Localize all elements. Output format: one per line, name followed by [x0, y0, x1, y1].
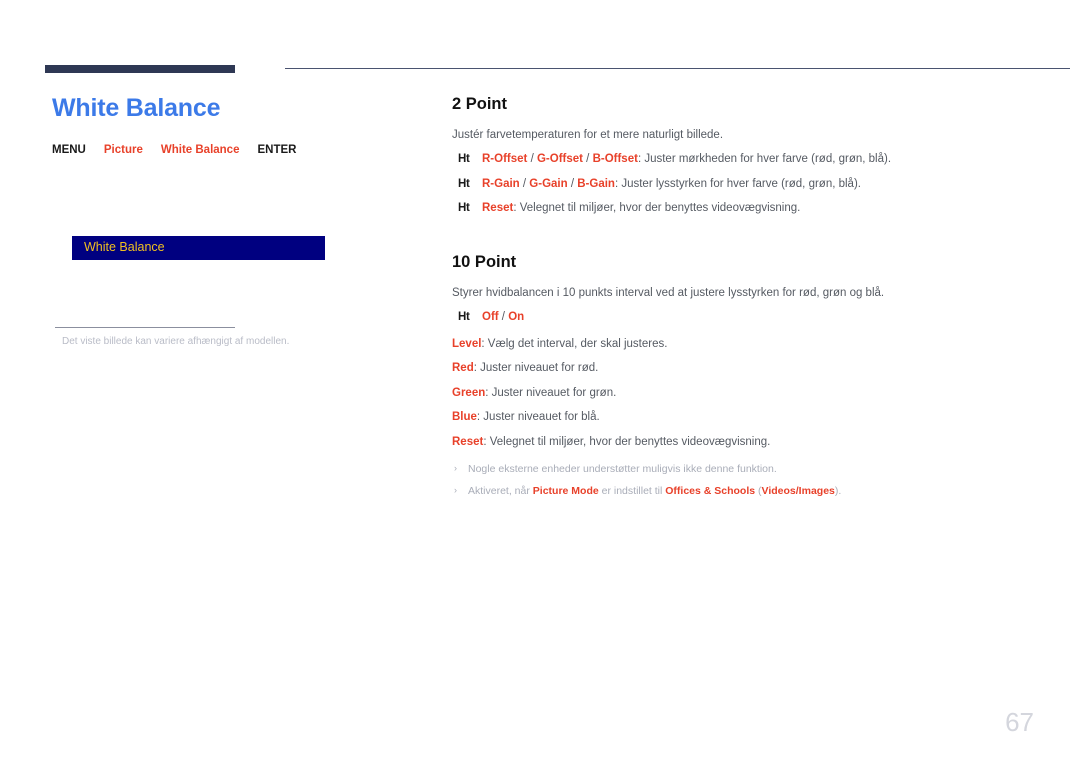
note-text: er indstillet til: [598, 485, 666, 498]
term-separator: /: [527, 153, 537, 166]
breadcrumb-item-picture: Picture: [103, 143, 143, 156]
section-intro-2-point: Justér farvetemperaturen for et mere nat…: [452, 128, 724, 141]
left-column: White Balance MENU Picture White Balance EN…: [52, 94, 422, 347]
term-separator: /: [567, 177, 578, 190]
manual-page: White Balance MENU Picture White Balance EN…: [0, 0, 1080, 763]
bullet-marker-icon: Ht: [458, 153, 470, 166]
term-separator: /: [582, 153, 593, 166]
osd-menu-box: White Balance: [72, 236, 325, 260]
emphasis-term: On: [508, 311, 525, 324]
setting-term: Blue: [452, 411, 477, 424]
bullet-item: Ht R-Offset / G-Offset / B-Offset: Juster…: [452, 152, 1032, 168]
bullet-text: : Velegnet til miljøer, hvor der benytte…: [513, 202, 801, 215]
emphasis-term: B-Gain: [577, 177, 615, 190]
bullet-item: Ht R-Gain / G-Gain / B-Gain: Juster lysst…: [452, 177, 1032, 193]
emphasis-term: Off: [482, 311, 499, 324]
breadcrumb: MENU Picture White Balance ENTER: [52, 143, 422, 157]
note-emphasis: Picture Mode: [532, 485, 599, 498]
setting-text: : Juster niveauet for blå.: [476, 411, 600, 424]
setting-item: Blue: Juster niveauet for blå.: [452, 410, 1032, 426]
breadcrumb-item-white-balance: White Balance: [160, 143, 240, 156]
setting-term: Red: [452, 362, 474, 375]
note-text: ).: [834, 485, 842, 498]
term-separator: /: [498, 311, 509, 324]
setting-item: Green: Juster niveauet for grøn.: [452, 386, 1032, 402]
note-marker-icon: ›: [454, 463, 457, 474]
section-2-point: 2 Point Justér farvetemperaturen for et …: [452, 95, 1032, 217]
page-number: 67: [1005, 707, 1034, 737]
section-heading-10-point: 10 Point: [452, 252, 517, 271]
bullet-text: : Juster mørkheden for hver farve (rød, …: [637, 153, 892, 166]
note-marker-icon: ›: [454, 485, 457, 496]
setting-item: Red: Juster niveauet for rød.: [452, 361, 1032, 377]
header-rule-thick: [45, 65, 235, 73]
breadcrumb-item-enter: ENTER: [257, 143, 297, 156]
toggle-list-10-point: Ht Off / On: [452, 310, 1032, 326]
header-rule-row: [45, 64, 1070, 76]
bullet-marker-icon: Ht: [458, 177, 470, 190]
bullet-marker-icon: Ht: [458, 202, 470, 215]
note-item: › Aktiveret, når Picture Mode er indstill…: [452, 484, 1032, 498]
section-10-point: 10 Point Styrer hvidbalancen i 10 punkts…: [452, 253, 1032, 499]
setting-item: Reset: Velegnet til miljøer, hvor der be…: [452, 435, 1032, 451]
note-text: Nogle eksterne enheder understøtter muli…: [468, 463, 777, 476]
setting-term: Green: [452, 386, 486, 399]
item-list-10-point: Level: Vælg det interval, der skal juste…: [452, 337, 1032, 451]
header-rule-thin: [285, 68, 1070, 69]
setting-item: Level: Vælg det interval, der skal juste…: [452, 337, 1032, 353]
note-list-10-point: › Nogle eksterne enheder understøtter mul…: [452, 462, 1032, 498]
note-emphasis: Offices & Schools: [665, 485, 756, 498]
right-column: 2 Point Justér farvetemperaturen for et …: [452, 95, 1032, 499]
setting-text: : Juster niveauet for grøn.: [485, 386, 617, 399]
bullet-item: Ht Reset: Velegnet til miljøer, hvor der …: [452, 201, 1032, 217]
emphasis-term: G-Gain: [529, 177, 568, 190]
setting-text: : Velegnet til miljøer, hvor der benytte…: [483, 435, 771, 448]
bullet-marker-icon: Ht: [458, 311, 470, 324]
bullet-text: : Juster lysstyrken for hver farve (rød,…: [614, 177, 861, 190]
osd-menu-label: White Balance: [84, 240, 165, 254]
page-title: White Balance: [52, 94, 221, 122]
setting-term: Level: [452, 337, 482, 350]
caption-note: Det viste billede kan variere afhængigt …: [62, 336, 290, 347]
setting-text: : Juster niveauet for rød.: [473, 362, 599, 375]
breadcrumb-item-menu: MENU: [52, 143, 86, 156]
section-intro-10-point: Styrer hvidbalancen i 10 punkts interval…: [452, 286, 885, 299]
setting-term: Reset: [452, 435, 484, 448]
emphasis-term: Reset: [482, 202, 514, 215]
emphasis-term: B-Offset: [592, 153, 638, 166]
emphasis-term: R-Gain: [482, 177, 520, 190]
term-separator: /: [519, 177, 530, 190]
bullet-list-2-point: Ht R-Offset / G-Offset / B-Offset: Juster…: [452, 152, 1032, 217]
setting-text: : Vælg det interval, der skal justeres.: [481, 337, 668, 350]
note-item: › Nogle eksterne enheder understøtter mul…: [452, 462, 1032, 476]
note-text: Aktiveret, når: [468, 485, 533, 498]
emphasis-term: R-Offset: [482, 153, 528, 166]
bullet-item-toggle: Ht Off / On: [452, 310, 1032, 326]
emphasis-term: G-Offset: [536, 153, 583, 166]
caption-divider: [55, 327, 235, 328]
section-heading-2-point: 2 Point: [452, 95, 508, 113]
note-emphasis: Videos/Images: [761, 485, 835, 498]
